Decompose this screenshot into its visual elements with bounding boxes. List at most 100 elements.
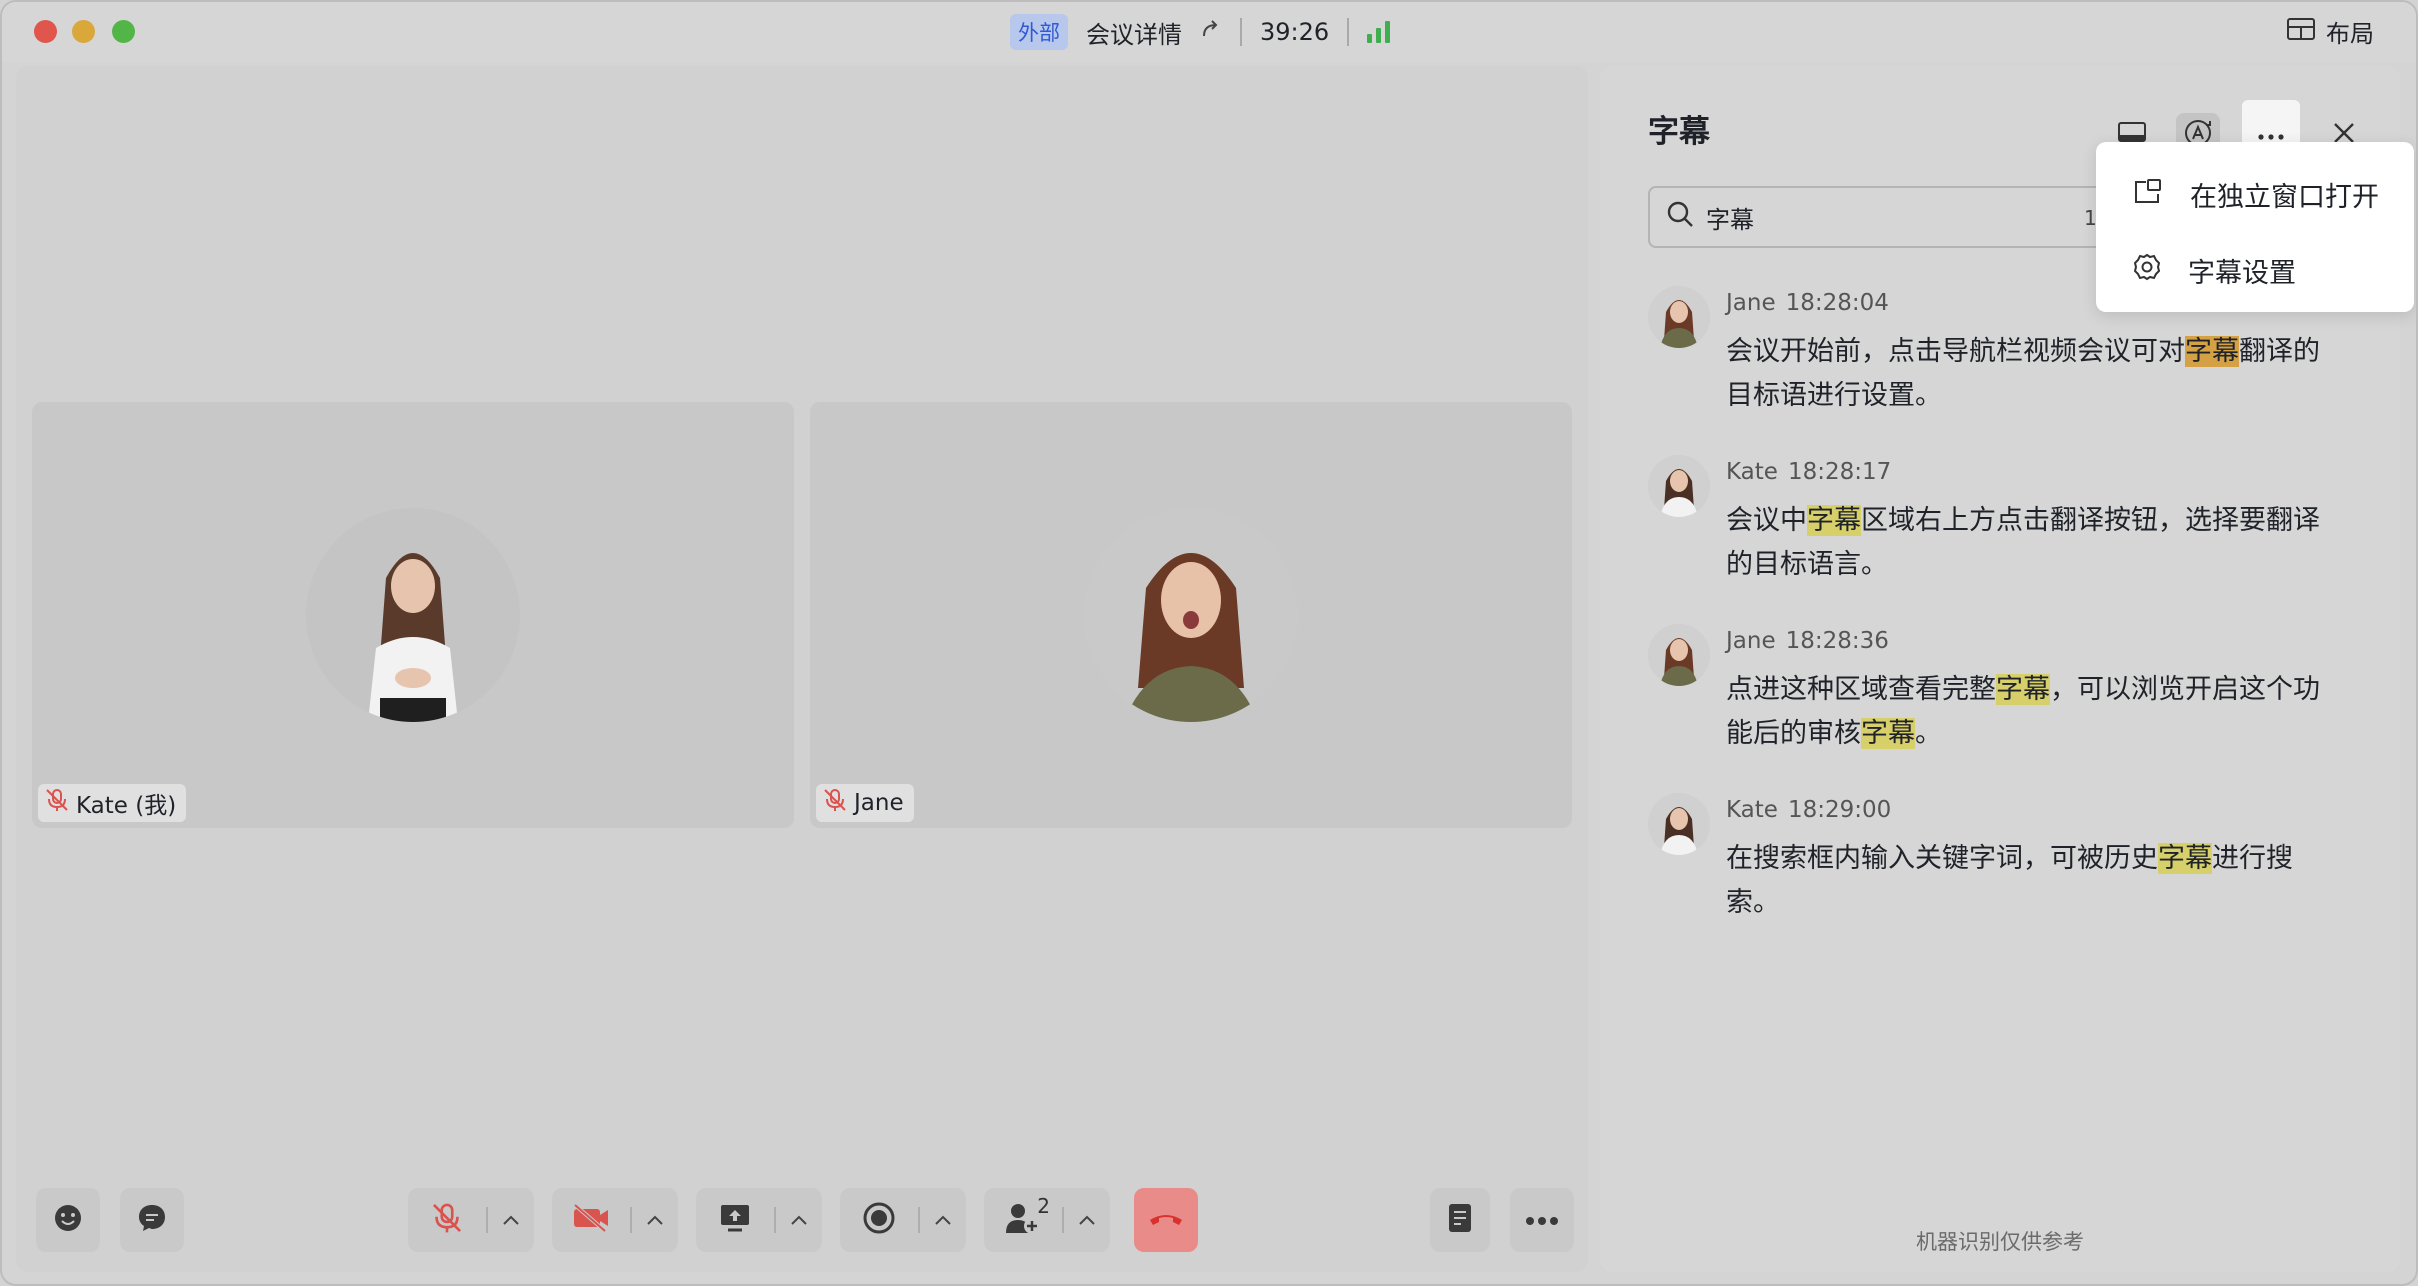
camera-button[interactable] [552, 1188, 630, 1252]
caption-time: 18:28:36 [1785, 628, 1889, 654]
participant-name-tag: Jane [816, 784, 914, 822]
menu-item-label: 字幕设置 [2188, 257, 2296, 289]
search-highlight: 字幕 [1996, 674, 2050, 705]
participants-control: 2 [984, 1188, 1110, 1252]
speaker-avatar [1648, 793, 1710, 855]
chevron-up-icon [1078, 1211, 1096, 1230]
participant-name-tag: Kate (我) [38, 784, 187, 822]
record-button[interactable] [840, 1188, 918, 1252]
camera-options-button[interactable] [632, 1188, 678, 1252]
mic-muted-icon [822, 787, 848, 819]
record-options-button[interactable] [920, 1188, 966, 1252]
share-screen-button[interactable] [696, 1188, 774, 1252]
speaker-name: Kate [1726, 459, 1778, 485]
divider [1240, 18, 1242, 46]
camera-control [552, 1188, 678, 1252]
gear-icon [2132, 252, 2162, 289]
meeting-toolbar: 2 [16, 1188, 1588, 1252]
caption-segment: 。 [1915, 718, 1942, 749]
avatar-jane [1084, 508, 1298, 722]
meeting-details-link[interactable]: 会议详情 [1086, 15, 1182, 50]
machine-recognition-note: 机器识别仅供参考 [1916, 1230, 2084, 1254]
caption-segment: 点进这种区域查看完整 [1726, 674, 1996, 705]
speaker-name: Jane [1726, 290, 1776, 316]
share-screen-control [696, 1188, 822, 1252]
video-tile-kate[interactable]: Kate (我) [32, 402, 794, 828]
mic-muted-icon [44, 787, 70, 819]
participant-count: 2 [1037, 1194, 1050, 1218]
menu-item-label: 在独立窗口打开 [2190, 181, 2379, 213]
caption-time: 18:28:17 [1787, 459, 1892, 485]
reaction-button[interactable] [36, 1188, 100, 1252]
caption-meta: Jane 18:28:36 [1726, 628, 1889, 654]
meeting-info: 外部 会议详情 39:26 [1010, 12, 1391, 52]
hang-up-icon [1146, 1208, 1186, 1232]
caption-meta: Kate 18:29:00 [1726, 797, 1891, 823]
share-options-button[interactable] [776, 1188, 822, 1252]
layout-label: 布局 [2326, 20, 2374, 48]
search-highlight: 字幕 [2185, 336, 2239, 367]
speaker-avatar [1648, 286, 1710, 348]
leave-meeting-button[interactable] [1134, 1188, 1198, 1252]
zoom-window-button[interactable] [112, 20, 135, 43]
caption-text: 会议中字幕区域右上方点击翻译按钮，选择要翻译的目标语言。 [1726, 499, 2326, 587]
title-bar: 外部 会议详情 39:26 布局 [2, 2, 2416, 62]
open-in-window-item[interactable]: 在独立窗口打开 [2096, 156, 2414, 232]
video-stage: Kate (我) Jane [16, 66, 1588, 1272]
chat-button[interactable] [120, 1188, 184, 1252]
chevron-up-icon [934, 1211, 952, 1230]
caption-segment: 会议中 [1726, 505, 1807, 536]
caption-meta: Kate 18:28:17 [1726, 459, 1891, 485]
participants-options-button[interactable] [1064, 1188, 1110, 1252]
chevron-up-icon [646, 1211, 664, 1230]
more-options-menu: 在独立窗口打开 字幕设置 [2096, 142, 2414, 312]
caption-text: 会议开始前，点击导航栏视频会议可对字幕翻译的目标语进行设置。 [1726, 330, 2326, 418]
speaker-name: Jane [1726, 628, 1776, 654]
close-window-button[interactable] [34, 20, 57, 43]
external-badge: 外部 [1010, 14, 1068, 50]
camera-off-icon [571, 1203, 611, 1237]
minimize-window-button[interactable] [72, 20, 95, 43]
search-highlight: 字幕 [1807, 505, 1861, 536]
caption-segment: 会议开始前，点击导航栏视频会议可对 [1726, 336, 2185, 367]
caption-segment: 在搜索框内输入关键字词，可被历史 [1726, 843, 2158, 874]
more-dots-icon [1525, 1211, 1559, 1230]
caption-time: 18:29:00 [1787, 797, 1892, 823]
video-tile-jane[interactable]: Jane [810, 402, 1572, 828]
caption-settings-item[interactable]: 字幕设置 [2096, 232, 2414, 308]
microphone-control [408, 1188, 534, 1252]
network-signal-icon[interactable] [1367, 21, 1391, 43]
layout-button[interactable]: 布局 [2286, 14, 2374, 49]
caption-time: 18:28:04 [1785, 290, 1889, 316]
speaker-name: Kate [1726, 797, 1778, 823]
search-input[interactable]: 字幕 [1706, 200, 1754, 235]
speaker-avatar [1648, 455, 1710, 517]
panel-title: 字幕 [1648, 114, 1710, 150]
participant-name: Kate (我) [76, 793, 177, 819]
participants-button[interactable]: 2 [984, 1188, 1062, 1252]
avatar-kate [306, 508, 520, 722]
microphone-options-button[interactable] [488, 1188, 534, 1252]
share-icon[interactable] [1200, 18, 1222, 46]
more-options-button[interactable] [1510, 1188, 1574, 1252]
search-highlight: 字幕 [1861, 718, 1915, 749]
document-icon [1445, 1202, 1475, 1238]
caption-text: 在搜索框内输入关键字词，可被历史字幕进行搜索。 [1726, 837, 2326, 925]
chat-bubble-icon [136, 1202, 168, 1238]
meeting-window: 外部 会议详情 39:26 布局 Kate (我) Jane 2 字幕 字幕 1… [0, 0, 2418, 1286]
share-screen-icon [718, 1202, 752, 1238]
divider [1347, 18, 1350, 46]
caption-text: 点进这种区域查看完整字幕，可以浏览开启这个功能后的审核字幕。 [1726, 668, 2326, 756]
caption-search-box[interactable]: 字幕 [1648, 186, 2108, 248]
record-icon [862, 1201, 896, 1239]
caption-meta: Jane 18:28:04 [1726, 290, 1889, 316]
chevron-up-icon [790, 1211, 808, 1230]
meeting-timer: 39:26 [1260, 18, 1330, 46]
popout-window-icon [2132, 176, 2164, 213]
record-control [840, 1188, 966, 1252]
speaker-avatar [1648, 624, 1710, 686]
mute-button[interactable] [408, 1188, 486, 1252]
notes-button[interactable] [1430, 1188, 1490, 1252]
mic-muted-icon [430, 1201, 464, 1239]
participant-name: Jane [854, 790, 904, 816]
